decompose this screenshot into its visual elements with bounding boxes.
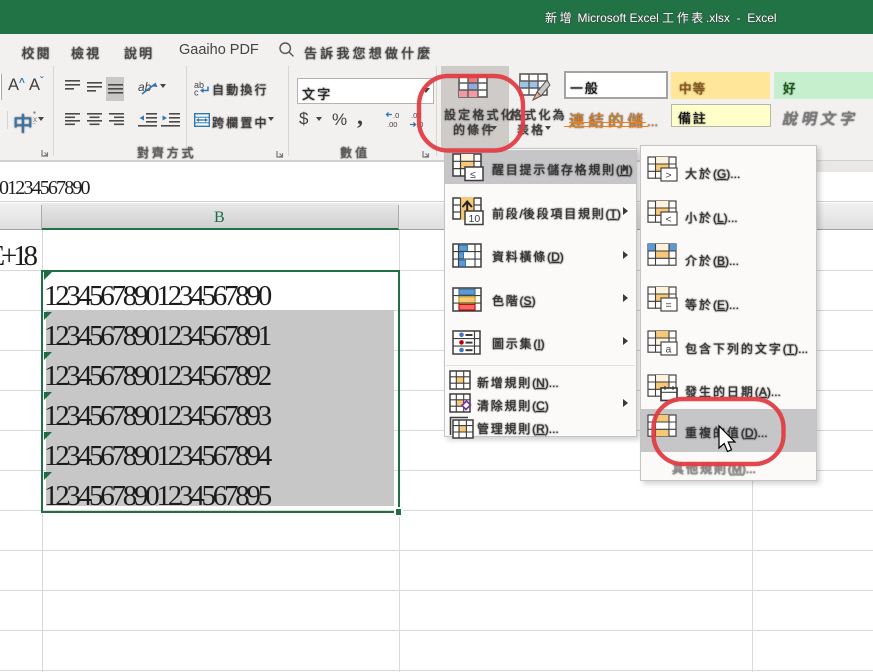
svg-text:=: =	[666, 300, 672, 312]
svg-text:>: >	[666, 170, 672, 182]
svg-text:.0: .0	[393, 111, 399, 120]
svg-text:.0: .0	[417, 120, 423, 129]
svg-text:≤: ≤	[470, 169, 476, 181]
svg-text:a: a	[666, 344, 672, 356]
svg-text:c: c	[194, 88, 199, 97]
svg-text:<: <	[666, 214, 672, 226]
svg-text:10: 10	[469, 213, 481, 225]
svg-text:.00: .00	[411, 111, 421, 120]
svg-text:.00: .00	[387, 120, 397, 129]
